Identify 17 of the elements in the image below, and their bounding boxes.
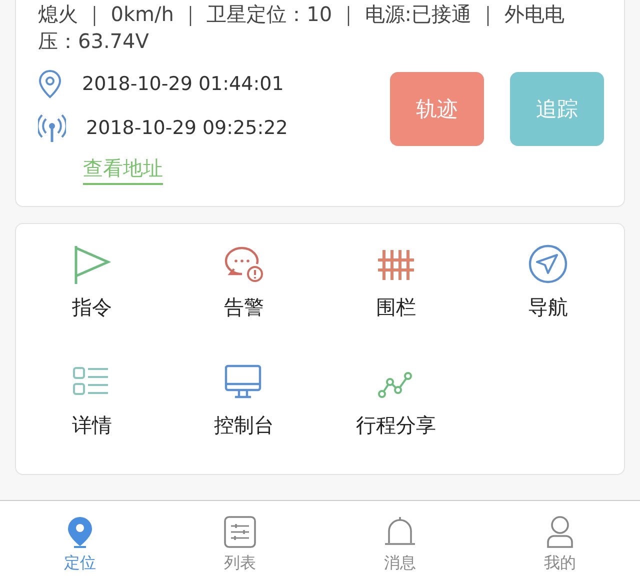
tab[interactable]: 列表 <box>160 501 320 585</box>
tab[interactable]: 消息 <box>320 501 480 585</box>
list-icon <box>222 515 258 549</box>
menu-item[interactable]: 控制台 <box>168 352 320 470</box>
tab[interactable]: 我的 <box>480 501 640 585</box>
location-pin-icon <box>38 69 62 99</box>
menu-item[interactable]: 围栏 <box>320 234 472 352</box>
menu-item[interactable]: 详情 <box>16 352 168 470</box>
timestamp: 2018-10-29 09:25:22 <box>86 117 288 139</box>
timestamp: 2018-10-29 01:44:01 <box>82 73 284 95</box>
menu-item[interactable]: 指令 <box>16 234 168 352</box>
signal-icon <box>38 113 66 143</box>
navigation-icon <box>526 242 570 286</box>
menu-item[interactable]: 告警 <box>168 234 320 352</box>
menu-item[interactable]: 导航 <box>472 234 624 352</box>
menu-item[interactable]: 行程分享 <box>320 352 472 470</box>
status-text: 熄火 ｜ 0km/h ｜ 卫星定位：10 ｜ 电源:已接通 ｜ 外电电压：63.74V <box>38 1 566 55</box>
